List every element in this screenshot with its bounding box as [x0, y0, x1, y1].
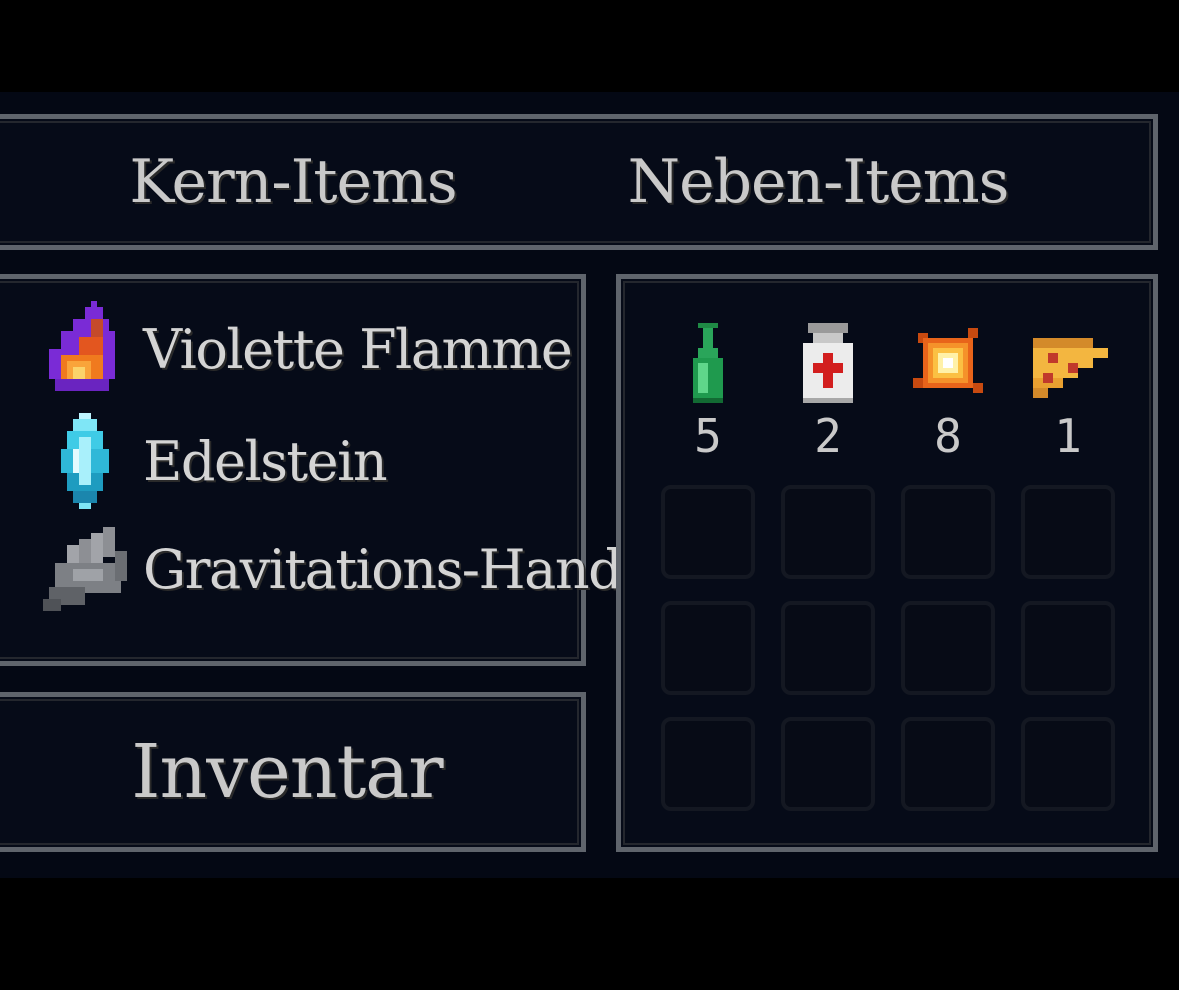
- side-item-slot[interactable]: 5: [661, 321, 755, 463]
- core-item-gravity-hand[interactable]: Gravitations-Hand: [37, 519, 623, 619]
- side-item-slot[interactable]: 2: [781, 321, 875, 463]
- explosion-icon: [913, 328, 983, 393]
- empty-slot[interactable]: [1021, 717, 1115, 811]
- item-category-tabs: Kern-Items Neben-Items: [0, 114, 1158, 250]
- empty-slot[interactable]: [1021, 485, 1115, 579]
- empty-slot[interactable]: [781, 485, 875, 579]
- medicine-bottle-icon: [803, 323, 853, 403]
- inventory-button[interactable]: Inventar: [0, 697, 581, 847]
- green-bottle-icon: [693, 323, 723, 403]
- core-item-violet-flame[interactable]: Violette Flamme: [37, 299, 577, 399]
- gravity-hand-icon: [43, 527, 127, 611]
- item-count: 1: [1054, 409, 1082, 463]
- core-item-gem[interactable]: Edelstein: [37, 411, 577, 511]
- empty-slot[interactable]: [901, 717, 995, 811]
- inventory-panel: Inventar: [0, 692, 586, 852]
- empty-slot[interactable]: [661, 717, 755, 811]
- core-items-panel: Violette Flamme Edelstein Gravitations-H…: [0, 274, 623, 666]
- violet-flame-icon: [49, 301, 115, 391]
- empty-slot[interactable]: [1021, 601, 1115, 695]
- empty-slot[interactable]: [781, 717, 875, 811]
- game-ui-background: Kern-Items Neben-Items Violette Flamme E…: [0, 92, 1179, 878]
- core-item-label: Gravitations-Hand: [143, 537, 623, 601]
- item-count: 5: [694, 409, 722, 463]
- side-item-slot[interactable]: 8: [901, 321, 995, 463]
- item-count: 8: [934, 409, 962, 463]
- side-items-panel: 5 2 8 1: [616, 274, 1158, 852]
- tab-side-items[interactable]: Neben-Items: [553, 119, 1083, 245]
- tab-core-items[interactable]: Kern-Items: [53, 119, 533, 245]
- core-item-label: Edelstein: [143, 429, 388, 493]
- pizza-slice-icon: [1033, 338, 1108, 398]
- core-item-label: Violette Flamme: [143, 317, 573, 381]
- item-count: 2: [814, 409, 842, 463]
- gem-icon: [61, 413, 109, 509]
- empty-slot[interactable]: [661, 485, 755, 579]
- empty-slot[interactable]: [661, 601, 755, 695]
- empty-slot[interactable]: [781, 601, 875, 695]
- empty-slot[interactable]: [901, 601, 995, 695]
- empty-slot[interactable]: [901, 485, 995, 579]
- side-item-slot[interactable]: 1: [1021, 321, 1115, 463]
